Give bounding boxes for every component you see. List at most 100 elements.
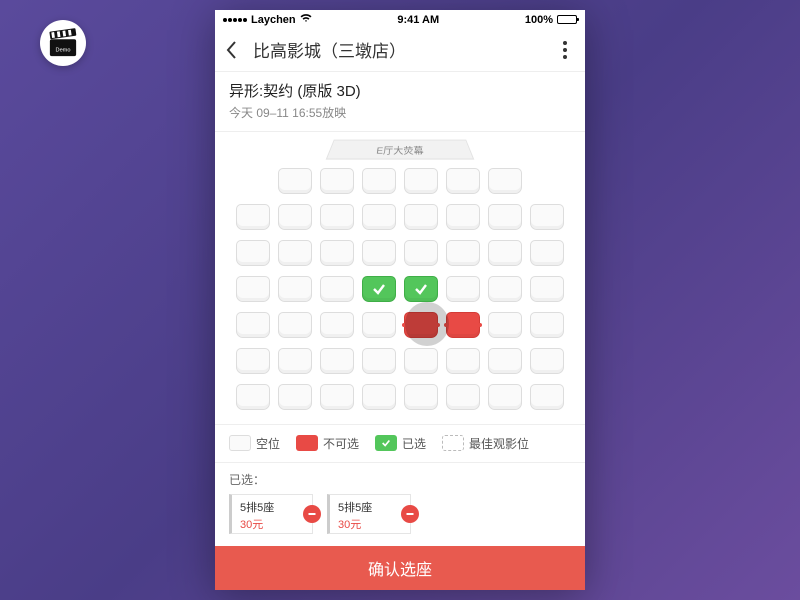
chevron-left-icon xyxy=(225,40,239,60)
seat[interactable] xyxy=(236,384,270,410)
seat[interactable] xyxy=(488,168,522,194)
screen-indicator: E厅大荧幕 xyxy=(215,132,585,162)
seat[interactable] xyxy=(488,348,522,374)
seat[interactable] xyxy=(404,204,438,230)
seat[interactable] xyxy=(236,348,270,374)
seat[interactable] xyxy=(404,276,438,302)
seat[interactable] xyxy=(320,240,354,266)
seat[interactable] xyxy=(320,312,354,338)
seat[interactable] xyxy=(488,240,522,266)
seat[interactable] xyxy=(236,276,270,302)
seat[interactable] xyxy=(530,276,564,302)
signal-dots-icon xyxy=(223,18,247,22)
ticket-chip: 5排5座30元 xyxy=(229,494,313,534)
battery-icon xyxy=(557,15,577,24)
back-button[interactable] xyxy=(225,40,249,60)
carrier-label: Laychen xyxy=(251,14,296,26)
seat[interactable] xyxy=(278,312,312,338)
seat[interactable] xyxy=(236,204,270,230)
selected-label: 已选： xyxy=(229,471,571,488)
seat[interactable] xyxy=(446,276,480,302)
seat[interactable] xyxy=(404,168,438,194)
confirm-label: 确认选座 xyxy=(368,556,432,580)
seat[interactable] xyxy=(236,240,270,266)
legend-empty-swatch xyxy=(229,435,251,451)
confirm-button[interactable]: 确认选座 xyxy=(215,546,585,590)
seat[interactable] xyxy=(278,168,312,194)
seat[interactable] xyxy=(362,348,396,374)
seat[interactable] xyxy=(362,384,396,410)
nav-bar: 比高影城（三墩店） xyxy=(215,29,585,71)
phone-frame: Laychen 9:41 AM 100% 比高影城（三墩店） 异形:契约 (原版… xyxy=(215,10,585,590)
seat[interactable] xyxy=(362,276,396,302)
seat-legend: 空位 不可选 已选 最佳观影位 xyxy=(215,424,585,463)
movie-name: 异形:契约 (原版 3D) xyxy=(229,80,571,101)
more-button[interactable] xyxy=(557,35,573,65)
seat[interactable] xyxy=(446,384,480,410)
legend-best: 最佳观影位 xyxy=(442,435,529,452)
seat[interactable] xyxy=(362,168,396,194)
seat[interactable] xyxy=(446,348,480,374)
seat[interactable] xyxy=(278,384,312,410)
seat[interactable] xyxy=(530,312,564,338)
app-logo-badge: Demo xyxy=(40,20,86,66)
legend-selected-swatch xyxy=(375,435,397,451)
minus-icon xyxy=(405,509,415,519)
seat[interactable] xyxy=(404,348,438,374)
remove-ticket-button[interactable] xyxy=(303,505,321,523)
status-bar: Laychen 9:41 AM 100% xyxy=(215,10,585,29)
seat[interactable] xyxy=(404,384,438,410)
svg-text:Demo: Demo xyxy=(56,47,71,53)
seat[interactable] xyxy=(320,168,354,194)
legend-selected-label: 已选 xyxy=(402,435,426,452)
wifi-icon xyxy=(300,13,312,26)
seat[interactable] xyxy=(320,348,354,374)
ticket-price: 30元 xyxy=(240,516,306,532)
seat[interactable] xyxy=(530,384,564,410)
page-title: 比高影城（三墩店） xyxy=(253,37,406,62)
seat[interactable] xyxy=(320,384,354,410)
seat[interactable] xyxy=(530,348,564,374)
check-icon xyxy=(372,282,386,296)
seat[interactable] xyxy=(404,240,438,266)
seat[interactable] xyxy=(446,168,480,194)
seat[interactable] xyxy=(320,276,354,302)
seat[interactable] xyxy=(446,240,480,266)
battery-percent: 100% xyxy=(525,14,553,26)
seat-map[interactable] xyxy=(215,162,585,424)
selected-seats-section: 已选： 5排5座30元5排5座30元 xyxy=(215,463,585,546)
seat[interactable] xyxy=(362,204,396,230)
seat[interactable] xyxy=(530,240,564,266)
clock-label: 9:41 AM xyxy=(397,14,439,26)
seat[interactable] xyxy=(236,312,270,338)
seat[interactable] xyxy=(362,240,396,266)
seat xyxy=(446,312,480,338)
seat[interactable] xyxy=(530,204,564,230)
remove-ticket-button[interactable] xyxy=(401,505,419,523)
seat xyxy=(404,312,438,338)
seat[interactable] xyxy=(488,384,522,410)
seat[interactable] xyxy=(278,204,312,230)
screen-label: E厅大荧幕 xyxy=(326,139,475,159)
ticket-list: 5排5座30元5排5座30元 xyxy=(229,494,571,534)
ticket-seat: 5排5座 xyxy=(338,499,404,515)
legend-selected: 已选 xyxy=(375,435,426,452)
check-icon xyxy=(414,282,428,296)
seat[interactable] xyxy=(278,240,312,266)
seat[interactable] xyxy=(362,312,396,338)
legend-sold-label: 不可选 xyxy=(323,435,359,452)
seat[interactable] xyxy=(278,276,312,302)
ticket-price: 30元 xyxy=(338,516,404,532)
legend-sold: 不可选 xyxy=(296,435,359,452)
seat[interactable] xyxy=(446,204,480,230)
seat[interactable] xyxy=(488,204,522,230)
legend-sold-swatch xyxy=(296,435,318,451)
seat[interactable] xyxy=(488,312,522,338)
legend-empty: 空位 xyxy=(229,435,280,452)
seat[interactable] xyxy=(488,276,522,302)
legend-best-label: 最佳观影位 xyxy=(469,435,529,452)
seat[interactable] xyxy=(320,204,354,230)
showtime-label: 今天 09–11 16:55放映 xyxy=(229,104,571,121)
seat[interactable] xyxy=(278,348,312,374)
ticket-chip: 5排5座30元 xyxy=(327,494,411,534)
